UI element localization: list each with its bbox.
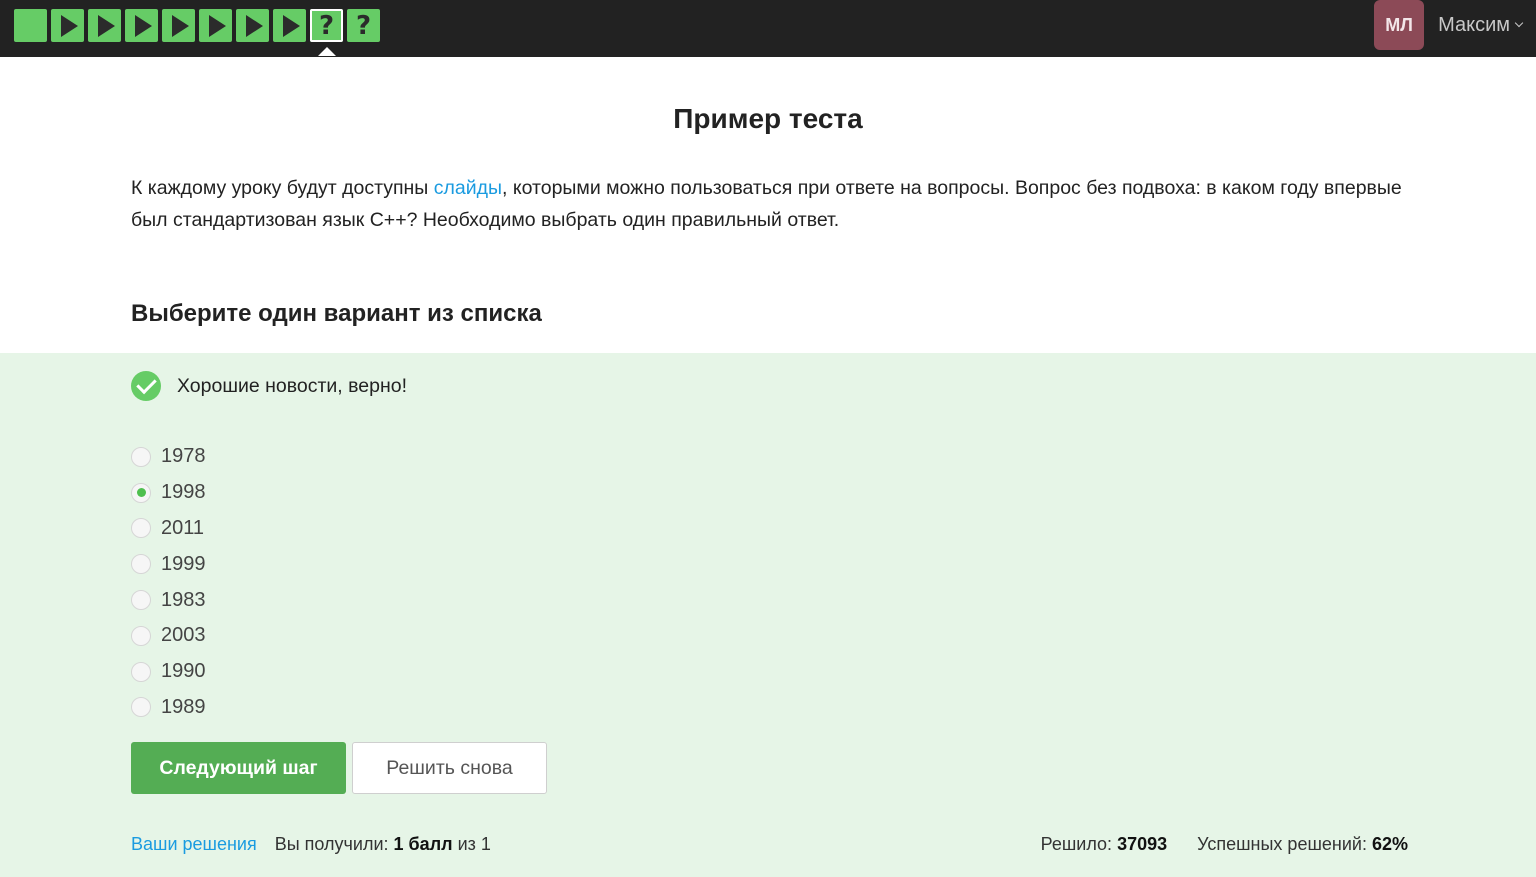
radio-button[interactable] xyxy=(131,518,151,539)
step-button-8[interactable] xyxy=(273,9,306,42)
radio-button[interactable] xyxy=(131,482,151,503)
verdict-text: Хорошие новости, верно! xyxy=(177,374,407,397)
success-value: 62% xyxy=(1371,834,1408,854)
step-button-9[interactable]: ? xyxy=(310,9,343,56)
step-button-7[interactable] xyxy=(236,9,269,42)
answer-option[interactable]: 1990 xyxy=(131,654,206,690)
answer-option[interactable]: 1989 xyxy=(131,690,206,726)
option-label: 2003 xyxy=(161,624,206,647)
success-rate: Успешных решений: 62% xyxy=(1197,834,1408,854)
user-menu[interactable]: МЛ Максим xyxy=(1374,0,1524,50)
solved-label: Решило: xyxy=(1040,834,1118,854)
option-label: 2011 xyxy=(161,516,205,539)
play-icon xyxy=(135,14,152,37)
answer-option[interactable]: 2003 xyxy=(131,618,206,654)
answer-option[interactable]: 2011 xyxy=(131,511,206,547)
question-icon: ? xyxy=(355,10,372,41)
user-name-label: Максим xyxy=(1438,13,1510,36)
option-label: 1990 xyxy=(161,660,206,683)
stats-info: Решило: 37093 Успешных решений: 62% xyxy=(1041,834,1408,855)
chevron-down-icon xyxy=(1514,18,1524,28)
step-button-5[interactable] xyxy=(162,9,195,42)
step-button-6[interactable] xyxy=(199,9,232,42)
solved-value: 37093 xyxy=(1117,834,1168,854)
desc-text-1: К каждому уроку будут доступны xyxy=(131,177,434,199)
step-button-1[interactable] xyxy=(14,9,47,42)
step-button-3[interactable] xyxy=(88,9,121,42)
play-icon xyxy=(61,14,78,37)
radio-button[interactable] xyxy=(131,697,151,718)
answer-option[interactable]: 1983 xyxy=(131,582,206,618)
success-label: Успешных решений: xyxy=(1197,834,1372,854)
option-label: 1998 xyxy=(161,481,206,504)
score-suffix: из 1 xyxy=(452,834,491,854)
action-buttons: Следующий шаг Решить снова xyxy=(131,742,547,794)
avatar[interactable]: МЛ xyxy=(1374,0,1425,50)
active-step-pointer xyxy=(317,47,336,56)
question-subtitle: Выберите один вариант из списка xyxy=(131,300,542,327)
option-label: 1978 xyxy=(161,445,206,468)
retry-button[interactable]: Решить снова xyxy=(352,742,547,794)
top-bar: ?? МЛ Максим xyxy=(0,0,1536,57)
check-circle-icon xyxy=(131,371,161,401)
play-icon xyxy=(98,14,115,37)
play-icon xyxy=(283,14,300,37)
slides-link[interactable]: слайды xyxy=(434,177,502,199)
result-footer: Ваши решения Вы получили: 1 балл из 1 Реш… xyxy=(131,834,1408,855)
next-step-button[interactable]: Следующий шаг xyxy=(131,742,346,794)
option-label: 1989 xyxy=(161,695,206,718)
radio-button[interactable] xyxy=(131,554,151,575)
play-icon xyxy=(209,14,226,37)
solved-count: Решило: 37093 xyxy=(1041,834,1168,854)
your-solutions-link[interactable]: Ваши решения xyxy=(131,834,257,854)
step-button-4[interactable] xyxy=(125,9,158,42)
score-prefix: Вы получили: xyxy=(274,834,394,854)
result-panel: Хорошие новости, верно! 1978 1998 2011 1999… xyxy=(0,353,1536,877)
page-title: Пример теста xyxy=(673,103,863,134)
radio-button[interactable] xyxy=(131,590,151,611)
question-icon: ? xyxy=(318,10,335,41)
answer-option[interactable]: 1998 xyxy=(131,475,206,511)
score-info: Ваши решения Вы получили: 1 балл из 1 xyxy=(131,834,491,855)
answer-options: 1978 1998 2011 1999 1983 2003 1990 1989 xyxy=(131,439,206,725)
lesson-description: К каждому уроку будут доступны слайды, к… xyxy=(131,172,1411,236)
radio-button[interactable] xyxy=(131,661,151,682)
radio-button[interactable] xyxy=(131,625,151,646)
answer-option[interactable]: 1978 xyxy=(131,439,206,475)
user-name[interactable]: Максим xyxy=(1438,13,1524,37)
step-button-10[interactable]: ? xyxy=(347,9,380,42)
option-label: 1983 xyxy=(161,588,206,611)
play-icon xyxy=(172,14,189,37)
answer-option[interactable]: 1999 xyxy=(131,546,206,582)
option-label: 1999 xyxy=(161,552,206,575)
step-navigation: ?? xyxy=(14,9,380,56)
verdict: Хорошие новости, верно! xyxy=(131,371,407,401)
step-button-2[interactable] xyxy=(51,9,84,42)
radio-button[interactable] xyxy=(131,446,151,467)
score-value: 1 балл xyxy=(393,834,453,854)
play-icon xyxy=(246,14,263,37)
